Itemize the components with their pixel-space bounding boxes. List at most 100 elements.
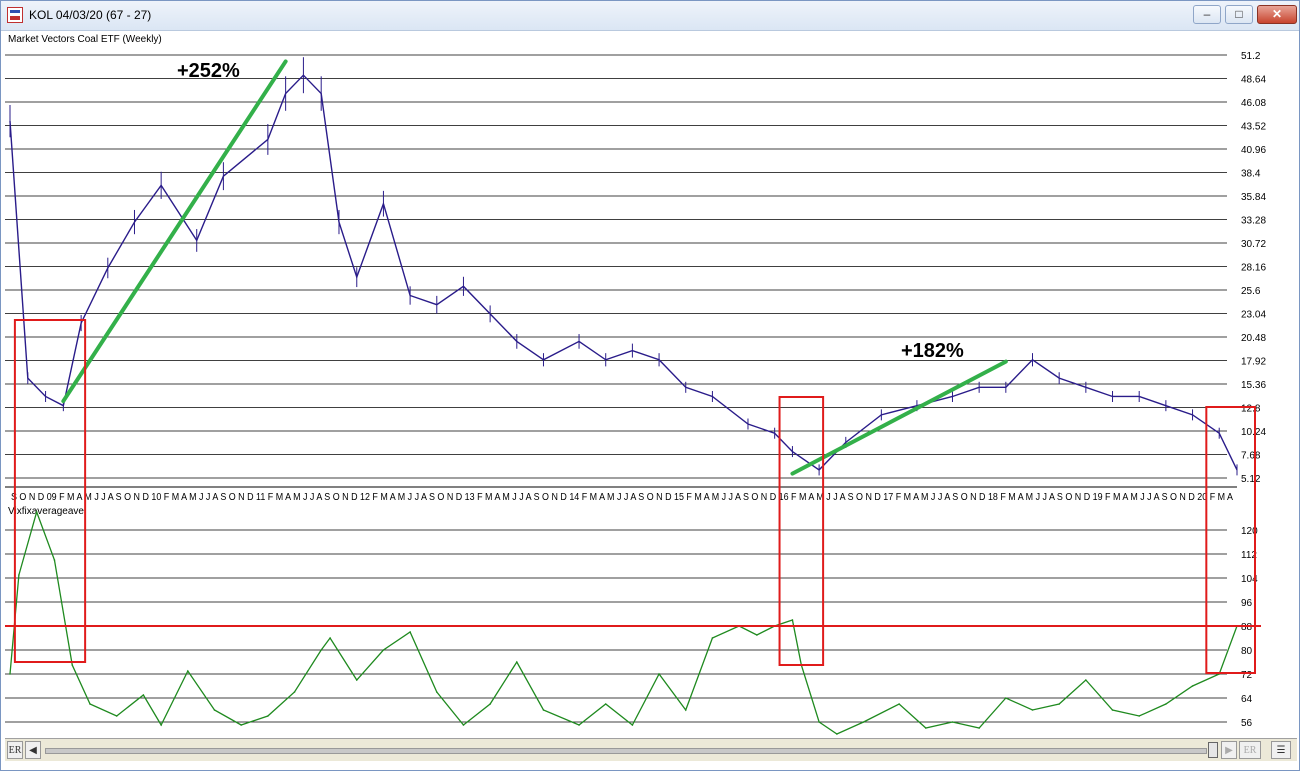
indicator-point: [71, 664, 74, 666]
indicator-point: [1111, 709, 1114, 711]
indicator-point: [925, 727, 927, 729]
price-y-label: 35.84: [1241, 192, 1266, 203]
price-y-label: 25.6: [1241, 286, 1261, 297]
indicator-point: [1058, 703, 1060, 705]
price-y-label: 46.08: [1241, 98, 1266, 109]
price-y-axis-labels: 51.2 48.64 46.08 43.52 40.96 38.4 35.84 33.28 30…: [1241, 51, 1266, 485]
indicator-y-label: 56: [1241, 718, 1253, 729]
window-title: KOL 04/03/20 (67 - 27): [29, 8, 152, 22]
price-y-label: 5.12: [1241, 474, 1261, 485]
indicator-point: [489, 703, 491, 705]
indicator-y-label: 80: [1241, 646, 1253, 657]
price-y-label: 10.24: [1241, 427, 1266, 438]
price-y-label: 17.92: [1241, 357, 1266, 368]
indicator-point: [791, 619, 794, 621]
indicator-line: [9, 509, 1238, 735]
annotation-gain-182: +182%: [901, 340, 964, 362]
indicator-point: [293, 691, 296, 693]
highlight-box: [13, 319, 87, 663]
indicator-point: [756, 634, 758, 636]
title-bar[interactable]: KOL 04/03/20 (67 - 27) – □ ✕: [1, 1, 1299, 31]
chart-area[interactable]: Market Vectors Coal ETF (Weekly) Vixfixa…: [5, 31, 1297, 737]
indicator-point: [862, 721, 865, 723]
indicator-point: [409, 631, 411, 633]
scroll-right-arrow-icon[interactable]: ▶: [1221, 741, 1237, 759]
indicator-point: [462, 724, 465, 726]
scroll-left-arrow-icon[interactable]: ◀: [25, 741, 41, 759]
price-y-label: 33.28: [1241, 216, 1266, 227]
indicator-point: [631, 724, 634, 726]
x-axis-labels: S O N D 09 F M A M J J A S O N D 10 F M …: [11, 492, 1233, 503]
indicator-point: [1165, 703, 1167, 705]
scroll-right-label[interactable]: ER: [1239, 741, 1261, 759]
indicator-point: [142, 694, 145, 696]
indicator-point: [53, 559, 56, 561]
trend-line-1: [790, 359, 1008, 476]
indicator-point: [684, 709, 687, 711]
scrollbar-track[interactable]: [45, 748, 1207, 754]
price-panel-title: Market Vectors Coal ETF (Weekly): [8, 34, 162, 45]
indicator-point: [382, 649, 385, 651]
price-y-label: 28.16: [1241, 263, 1266, 274]
price-y-label: 12.8: [1241, 404, 1261, 415]
highlight-box: [1205, 406, 1256, 674]
indicator-panel-title: Vixfixaverageave: [8, 506, 84, 517]
indicator-point: [658, 673, 660, 675]
indicator-y-label: 64: [1241, 694, 1253, 705]
price-y-label: 43.52: [1241, 122, 1266, 133]
indicator-y-label: 96: [1241, 598, 1253, 609]
indicator-point: [267, 715, 269, 717]
indicator-point: [160, 724, 162, 726]
indicator-y-label: 88: [1241, 622, 1253, 633]
indicator-point: [978, 727, 980, 729]
indicator-point: [516, 661, 518, 663]
indicator-series: [9, 509, 1238, 735]
menu-icon[interactable]: ☰: [1271, 741, 1291, 759]
indicator-point: [1005, 697, 1007, 699]
indicator-point: [18, 574, 20, 576]
indicator-point: [1031, 709, 1034, 711]
price-y-label: 48.64: [1241, 75, 1266, 86]
highlight-box: [778, 396, 825, 666]
price-gridlines: [5, 54, 1227, 479]
trend-lines: [61, 59, 1008, 476]
price-y-label: 40.96: [1241, 145, 1266, 156]
price-y-label: 38.4: [1241, 169, 1261, 180]
maximize-button[interactable]: □: [1225, 5, 1253, 24]
indicator-point: [115, 715, 118, 717]
scroll-left-label[interactable]: ER: [7, 741, 23, 759]
indicator-point: [329, 637, 331, 639]
indicator-point: [35, 511, 38, 513]
close-button[interactable]: ✕: [1257, 5, 1297, 24]
indicator-point: [1138, 715, 1140, 717]
indicator-point: [320, 649, 322, 651]
indicator-point: [951, 721, 954, 723]
indicator-point: [355, 679, 358, 681]
indicator-point: [213, 709, 216, 711]
indicator-y-label: 72: [1241, 670, 1253, 681]
app-window: KOL 04/03/20 (67 - 27) – □ ✕ Market Vect…: [0, 0, 1300, 771]
indicator-point: [187, 670, 189, 672]
indicator-point: [836, 733, 838, 735]
scrollbar-thumb[interactable]: [1208, 742, 1218, 758]
price-y-label: 7.68: [1241, 451, 1261, 462]
price-y-label: 51.2: [1241, 51, 1261, 62]
minimize-button[interactable]: –: [1193, 5, 1221, 24]
indicator-point: [1085, 679, 1087, 681]
price-y-label: 15.36: [1241, 380, 1266, 391]
price-line: [9, 74, 1238, 471]
price-y-label: 30.72: [1241, 239, 1266, 250]
indicator-point: [542, 709, 545, 711]
horizontal-scrollbar[interactable]: ER ◀ ▶ ER ☰: [5, 738, 1297, 761]
chart-canvas[interactable]: Market Vectors Coal ETF (Weekly) Vixfixa…: [5, 31, 1297, 737]
indicator-point: [9, 673, 11, 675]
price-y-label: 20.48: [1241, 333, 1266, 344]
indicator-point: [1191, 685, 1194, 687]
price-y-label: 23.04: [1241, 310, 1266, 321]
indicator-point: [578, 724, 580, 726]
indicator-point: [435, 691, 438, 693]
indicator-point: [711, 637, 714, 639]
chart-app-icon[interactable]: [7, 7, 23, 23]
indicator-point: [604, 703, 607, 705]
indicator-point: [89, 703, 91, 705]
